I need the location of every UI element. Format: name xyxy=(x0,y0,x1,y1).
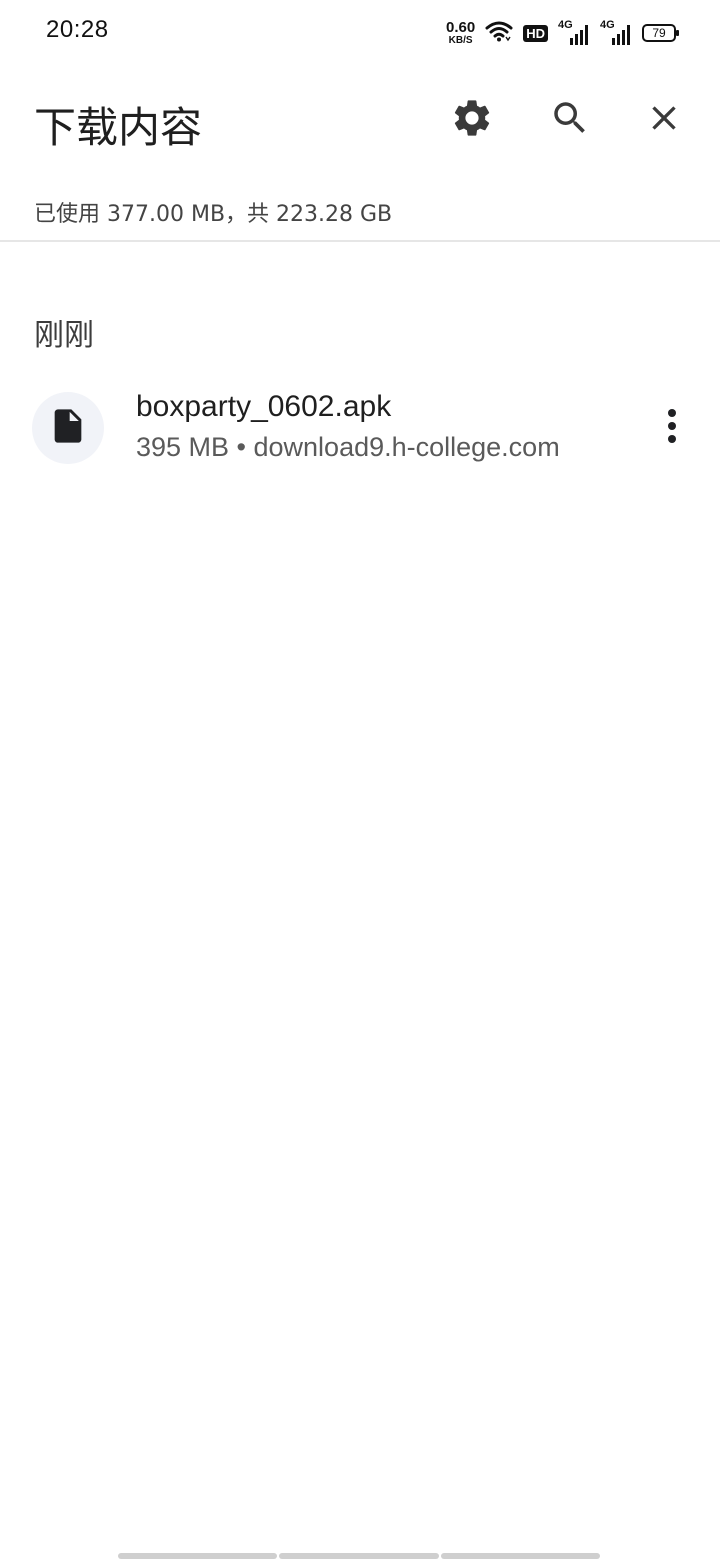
more-vert-icon xyxy=(666,408,678,449)
nav-segment xyxy=(279,1553,439,1559)
battery-icon: 79 xyxy=(642,24,679,42)
page-title: 下载内容 xyxy=(34,103,203,152)
network-speed-value: 0.60 xyxy=(446,19,476,36)
download-item[interactable]: boxparty_0602.apk 395 MB • download9.h-c… xyxy=(0,380,720,476)
status-icons: 0.60 KB/S HD 4G 4G 79 xyxy=(446,16,679,50)
hd-voice-icon: HD xyxy=(523,24,548,42)
status-bar: 20:28 0.60 KB/S HD 4G 4G 79 xyxy=(0,0,720,64)
close-button[interactable] xyxy=(636,92,692,148)
nav-segment xyxy=(440,1553,600,1559)
nav-segment xyxy=(118,1553,278,1559)
signal-icon: 4G xyxy=(600,19,632,45)
more-options-button[interactable] xyxy=(646,400,698,456)
network-speed: 0.60 KB/S xyxy=(446,20,475,46)
settings-button[interactable] xyxy=(444,92,500,148)
app-bar: 下载内容 xyxy=(0,80,720,160)
gear-icon xyxy=(450,96,494,145)
close-icon xyxy=(644,98,684,143)
status-time: 20:28 xyxy=(46,16,109,43)
file-name: boxparty_0602.apk xyxy=(136,390,392,423)
gesture-navigation-bar[interactable] xyxy=(118,1553,600,1559)
section-header: 刚刚 xyxy=(34,318,94,353)
wifi-icon xyxy=(485,20,513,47)
network-speed-unit: KB/S xyxy=(448,35,473,46)
storage-usage: 已使用 377.00 MB，共 223.28 GB xyxy=(34,202,393,227)
search-icon xyxy=(549,97,591,144)
divider xyxy=(0,240,720,242)
search-button[interactable] xyxy=(542,92,598,148)
file-thumbnail xyxy=(32,392,104,464)
file-icon xyxy=(48,406,88,451)
signal-icon: 4G xyxy=(558,19,590,45)
file-meta: 395 MB • download9.h-college.com xyxy=(136,432,560,462)
battery-level: 79 xyxy=(652,26,666,40)
